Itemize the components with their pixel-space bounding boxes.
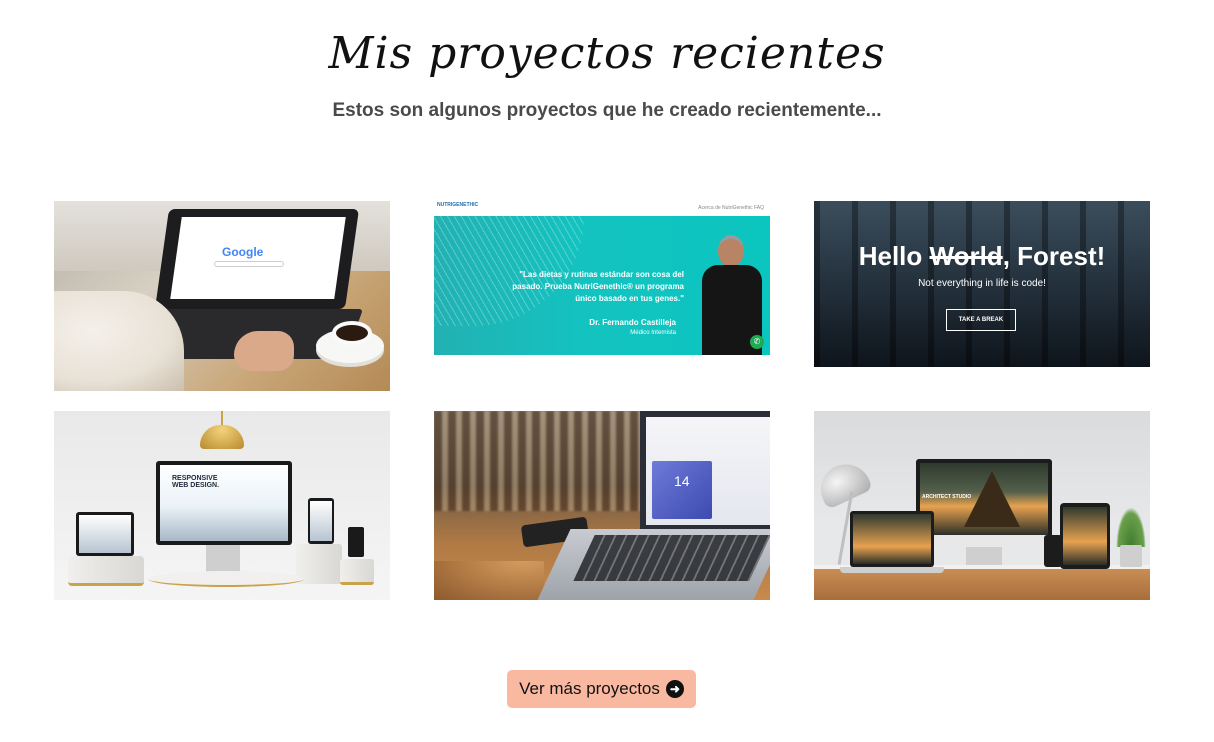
site-nav-links: Acerca de NutriGenethic FAQ bbox=[698, 205, 764, 211]
section-title: Mis proyectos recientes bbox=[328, 28, 886, 79]
project-card-responsive-design[interactable]: RESPONSIVE WEB DESIGN. bbox=[54, 411, 390, 600]
headline-struck-word: World bbox=[929, 241, 1003, 271]
a-frame-house bbox=[964, 471, 1020, 527]
marble-pedestal-left bbox=[68, 556, 144, 586]
dashboard-panel bbox=[652, 461, 712, 519]
see-more-projects-label: Ver más proyectos bbox=[519, 679, 660, 698]
laptop-base bbox=[840, 567, 944, 573]
pendant-lamp bbox=[200, 411, 244, 451]
lamp-shade bbox=[200, 425, 244, 449]
small-phone-device bbox=[348, 527, 364, 557]
person-shoulder bbox=[54, 291, 184, 391]
marble-base bbox=[148, 571, 304, 587]
tablet-screen bbox=[79, 515, 131, 553]
responsive-heading: RESPONSIVE WEB DESIGN. bbox=[172, 475, 220, 489]
tablet-screen bbox=[1063, 507, 1107, 565]
architect-studio-label: ARCHITECT STUDIO bbox=[922, 494, 972, 500]
headline-suffix: , Forest! bbox=[1002, 241, 1106, 271]
lamp-cord bbox=[221, 411, 223, 425]
project-card-hello-world-forest[interactable]: Hello World, Forest! Not everything in l… bbox=[814, 201, 1150, 367]
coffee-cup bbox=[332, 321, 372, 345]
take-a-break-button: TAKE A BREAK bbox=[946, 309, 1016, 331]
wooden-table bbox=[434, 561, 544, 600]
hand bbox=[234, 331, 294, 371]
plant-pot bbox=[1120, 545, 1142, 567]
search-bar bbox=[214, 261, 284, 267]
section-subtitle: Estos son algunos proyectos que he cread… bbox=[332, 100, 882, 121]
desk-lamp-icon bbox=[814, 456, 874, 510]
imac-stand bbox=[966, 547, 1002, 565]
headline-prefix: Hello bbox=[858, 241, 930, 271]
hero-author-role: Médico Internista bbox=[630, 330, 676, 336]
hero-author: Dr. Fernando Castilleja bbox=[589, 318, 676, 327]
whatsapp-icon: ✆ bbox=[750, 335, 764, 349]
google-logo: Google bbox=[222, 245, 264, 259]
arrow-right-circle-icon: ➜ bbox=[665, 680, 684, 698]
laptop-keyboard bbox=[573, 535, 770, 581]
laptop-screen bbox=[853, 514, 931, 564]
project-card-architect-studio[interactable]: ARCHITECT STUDIO bbox=[814, 411, 1150, 600]
marble-pedestal-right bbox=[340, 559, 374, 585]
forest-tagline: Not everything in life is code! bbox=[918, 278, 1046, 289]
see-more-projects-button[interactable]: Ver más proyectos ➜ bbox=[507, 670, 696, 708]
bookshelf-background bbox=[434, 411, 654, 511]
forest-headline: Hello World, Forest! bbox=[814, 241, 1150, 272]
project-card-google-laptop[interactable]: Google bbox=[54, 201, 390, 391]
potted-plant bbox=[1116, 507, 1146, 547]
project-card-laptop-dashboard[interactable]: 14 bbox=[434, 411, 770, 600]
project-card-nutrigenethic[interactable]: NUTRIGENETHIC Acerca de NutriGenethic FA… bbox=[434, 201, 770, 355]
imac-chin bbox=[916, 535, 1052, 547]
wooden-desk bbox=[814, 569, 1150, 600]
nutrigenethic-logo: NUTRIGENETHIC bbox=[437, 202, 479, 208]
dashboard-date: 14 bbox=[674, 473, 690, 489]
phone-screen bbox=[310, 501, 332, 541]
hero-quote: "Las dietas y rutinas estándar son cosa … bbox=[512, 270, 684, 303]
doctor-head bbox=[718, 235, 744, 267]
